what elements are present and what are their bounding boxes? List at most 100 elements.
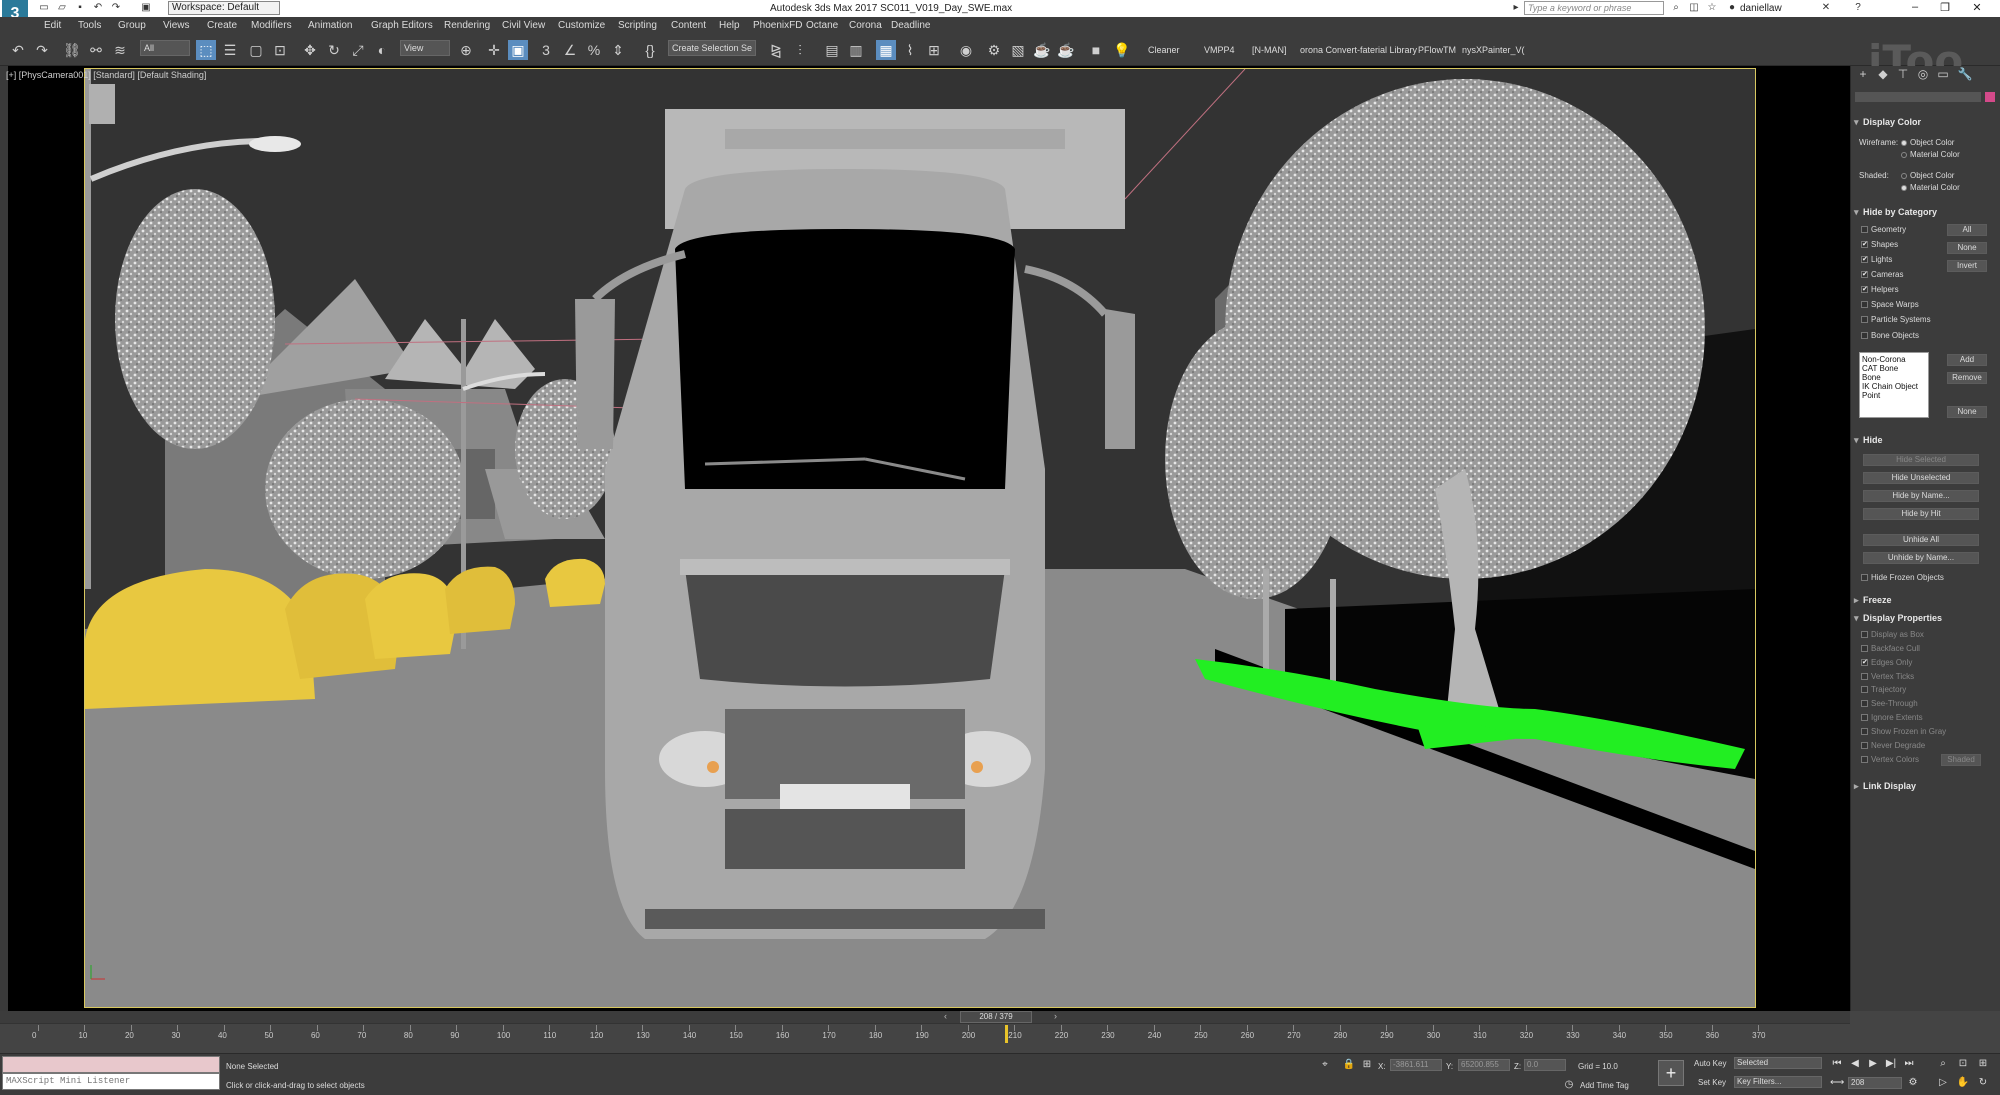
- shaded-object-color-radio[interactable]: Object Color: [1901, 171, 1954, 180]
- menu-graph-editors[interactable]: Graph Editors: [371, 20, 433, 31]
- field-of-view-icon[interactable]: ▷: [1936, 1076, 1950, 1090]
- favorites-icon[interactable]: ☆: [1706, 2, 1718, 14]
- selection-filter-dropdown[interactable]: All: [140, 40, 190, 56]
- time-slider[interactable]: [0, 1011, 1850, 1023]
- unhide-all-button[interactable]: Unhide All: [1863, 534, 1979, 546]
- user-icon[interactable]: ●: [1726, 2, 1738, 14]
- search-toggle-icon[interactable]: ▸: [1510, 2, 1522, 14]
- select-object-icon[interactable]: ⬚: [196, 40, 216, 60]
- undo-icon[interactable]: ↶: [92, 2, 104, 14]
- render-iterative-icon[interactable]: ☕: [1056, 40, 1076, 60]
- display-properties-header[interactable]: Display Properties: [1853, 612, 1999, 625]
- menu-animation[interactable]: Animation: [308, 20, 352, 31]
- list-item[interactable]: Non-Corona: [1862, 355, 1926, 364]
- scene-explorer-icon[interactable]: ▤: [822, 40, 842, 60]
- list-item[interactable]: IK Chain Object: [1862, 382, 1926, 391]
- hide-by-category-header[interactable]: Hide by Category: [1853, 206, 1999, 219]
- set-key-big-icon[interactable]: +: [1658, 1060, 1684, 1086]
- shaded-material-color-radio[interactable]: Material Color: [1901, 183, 1960, 192]
- display-color-header[interactable]: Display Color: [1853, 116, 1999, 129]
- hide-particle-systems-checkbox[interactable]: Particle Systems: [1861, 314, 1931, 325]
- menu-edit[interactable]: Edit: [44, 20, 61, 31]
- list-item[interactable]: Bone: [1862, 373, 1926, 382]
- new-file-icon[interactable]: ▭: [38, 2, 50, 14]
- hide-shapes-checkbox[interactable]: ✔ Shapes: [1861, 239, 1898, 250]
- scale-icon[interactable]: ⤢: [348, 40, 368, 60]
- hide-cameras-checkbox[interactable]: ✔ Cameras: [1861, 269, 1903, 280]
- redo-icon[interactable]: ↷: [32, 40, 52, 60]
- workspace-dropdown[interactable]: Workspace: Default: [168, 1, 280, 15]
- display-tab-icon[interactable]: ▭: [1933, 64, 1953, 84]
- zoom-extents-icon[interactable]: ⊞: [1976, 1057, 1990, 1071]
- object-name-field[interactable]: [1855, 92, 1981, 102]
- open-file-icon[interactable]: ▱: [56, 2, 68, 14]
- trajectory-checkbox[interactable]: Trajectory: [1861, 684, 1906, 695]
- toolbar-cleaner[interactable]: Cleaner: [1148, 45, 1180, 55]
- rendered-frame-window-icon[interactable]: ▧: [1008, 40, 1028, 60]
- selection-lock-icon[interactable]: 🔒: [1342, 1058, 1356, 1072]
- menu-customize[interactable]: Customize: [558, 20, 605, 31]
- toolbar-pflowtm[interactable]: PFlowTM: [1418, 45, 1456, 55]
- ribbon-toggle-icon[interactable]: ▦: [876, 40, 896, 60]
- corona-framebuffer-icon[interactable]: ■: [1086, 40, 1106, 60]
- toolbar-n-man[interactable]: [N-MAN]: [1252, 45, 1287, 55]
- set-key-button[interactable]: Set Key: [1698, 1078, 1726, 1087]
- keyboard-shortcut-override-icon[interactable]: ▣: [508, 40, 528, 60]
- list-item[interactable]: Point: [1862, 391, 1926, 400]
- key-mode-toggle-icon[interactable]: ⟷: [1830, 1076, 1844, 1090]
- select-by-name-icon[interactable]: ☰: [220, 40, 240, 60]
- go-to-end-icon[interactable]: ⏭: [1902, 1057, 1916, 1071]
- menu-help[interactable]: Help: [719, 20, 740, 31]
- named-selection-dropdown[interactable]: Create Selection Se: [668, 40, 756, 56]
- category-list[interactable]: Non-Corona CAT Bone Bone IK Chain Object…: [1859, 352, 1929, 418]
- toolbar-vmpp4[interactable]: VMPP4: [1204, 45, 1235, 55]
- material-editor-icon[interactable]: ◉: [956, 40, 976, 60]
- exchange-icon[interactable]: ✕: [1820, 2, 1832, 14]
- unhide-by-name-button[interactable]: Unhide by Name...: [1863, 552, 1979, 564]
- hierarchy-tab-icon[interactable]: ⊤: [1893, 64, 1913, 84]
- listener-output[interactable]: [2, 1056, 220, 1073]
- rectangular-selection-icon[interactable]: ▢: [246, 40, 266, 60]
- y-coordinate-field[interactable]: 65200.855: [1458, 1059, 1510, 1071]
- undo-icon[interactable]: ↶: [8, 40, 28, 60]
- link-icon[interactable]: ⛓: [62, 40, 82, 60]
- time-slider-thumb[interactable]: 208 / 379: [960, 1011, 1032, 1023]
- wireframe-material-color-radio[interactable]: Material Color: [1901, 150, 1960, 159]
- render-production-icon[interactable]: ☕: [1032, 40, 1052, 60]
- bind-space-warp-icon[interactable]: ≋: [110, 40, 130, 60]
- modify-tab-icon[interactable]: ◆: [1873, 64, 1893, 84]
- zoom-all-icon[interactable]: ⊡: [1956, 1057, 1970, 1071]
- align-icon[interactable]: ⫶: [790, 40, 810, 60]
- menu-rendering[interactable]: Rendering: [444, 20, 490, 31]
- hide-geometry-checkbox[interactable]: Geometry: [1861, 224, 1906, 235]
- wireframe-object-color-radio[interactable]: Object Color: [1901, 138, 1954, 147]
- vertex-colors-checkbox[interactable]: Vertex Colors: [1861, 754, 1919, 765]
- motion-tab-icon[interactable]: ◎: [1913, 64, 1933, 84]
- go-to-start-icon[interactable]: ⏮: [1830, 1057, 1844, 1071]
- time-tag-icon[interactable]: ◷: [1562, 1078, 1576, 1092]
- see-through-checkbox[interactable]: See-Through: [1861, 698, 1918, 709]
- viewport-label[interactable]: [+] [PhysCamera001] [Standard] [Default …: [6, 70, 206, 80]
- z-coordinate-field[interactable]: 0.0: [1524, 1059, 1566, 1071]
- hide-bone-objects-checkbox[interactable]: Bone Objects: [1861, 330, 1919, 341]
- isolate-selection-icon[interactable]: ⌖: [1318, 1058, 1332, 1072]
- schematic-view-icon[interactable]: ⊞: [924, 40, 944, 60]
- category-add-button[interactable]: Add: [1947, 354, 1987, 366]
- pivot-center-icon[interactable]: ⊕: [456, 40, 476, 60]
- never-degrade-checkbox[interactable]: Never Degrade: [1861, 740, 1925, 751]
- previous-frame-icon[interactable]: ◀: [1848, 1057, 1862, 1071]
- category-remove-button[interactable]: Remove: [1947, 372, 1987, 384]
- help-icon[interactable]: ?: [1852, 2, 1864, 14]
- edit-named-selection-icon[interactable]: {}: [640, 40, 660, 60]
- render-setup-icon[interactable]: ⚙: [984, 40, 1004, 60]
- backface-cull-checkbox[interactable]: Backface Cull: [1861, 643, 1920, 654]
- listener-input[interactable]: MAXScript Mini Listener: [2, 1073, 220, 1090]
- rotate-icon[interactable]: ↻: [324, 40, 344, 60]
- menu-deadline[interactable]: Deadline: [891, 20, 930, 31]
- toolbar-physxpainter[interactable]: nysXPainter_V(: [1462, 45, 1525, 55]
- category-none-button[interactable]: None: [1947, 242, 1987, 254]
- add-time-tag[interactable]: Add Time Tag: [1580, 1081, 1629, 1090]
- hide-header[interactable]: Hide: [1853, 434, 1999, 447]
- window-crossing-icon[interactable]: ⊡: [270, 40, 290, 60]
- menu-civil-view[interactable]: Civil View: [502, 20, 545, 31]
